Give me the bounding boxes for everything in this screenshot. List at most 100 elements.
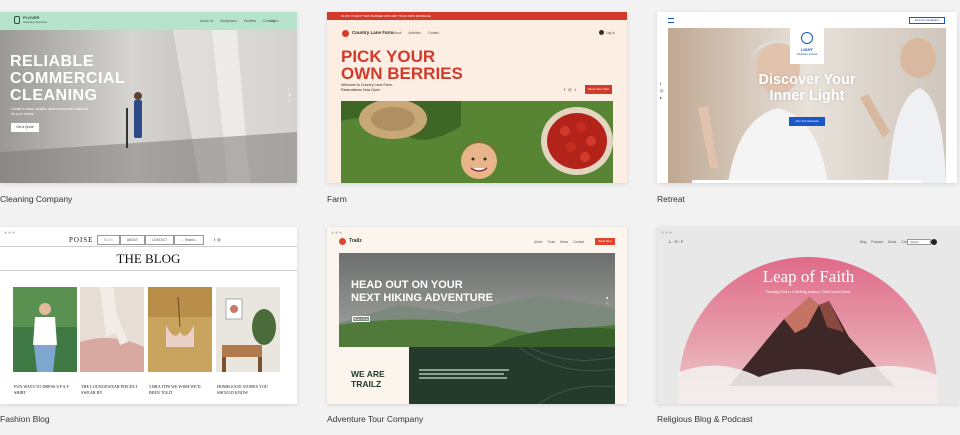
nav-item[interactable]: ABOUT xyxy=(119,235,145,245)
nav-item[interactable]: About xyxy=(888,240,896,244)
template-thumbnail[interactable]: PLOVER Cleaning Services About Us Workpl… xyxy=(0,12,297,183)
nav-item[interactable]: About xyxy=(534,240,542,244)
pinterest-icon[interactable]: ◎ xyxy=(217,237,221,242)
template-card-adventure-tour[interactable]: ●●● Trailz About Tours News Contact Book… xyxy=(327,227,629,435)
headline-line: Discover Your xyxy=(758,72,856,88)
nav-item[interactable]: About Us xyxy=(200,19,213,23)
search-icon[interactable] xyxy=(931,239,937,245)
banner-text[interactable]: CLICK TO EDIT THIS BANNER AND ADD YOUR O… xyxy=(341,14,431,18)
post-title[interactable]: FUN WAYS TO DRESS UP A T-SHIRT xyxy=(14,384,74,395)
get-quote-button[interactable]: Get a Quote xyxy=(11,123,39,132)
template-thumbnail[interactable]: ●●● Trailz About Tours News Contact Book… xyxy=(327,227,627,404)
template-thumbnail[interactable]: CLICK TO EDIT THIS BANNER AND ADD YOUR O… xyxy=(327,12,627,183)
headline-line: HEAD OUT ON YOUR xyxy=(351,279,463,291)
facebook-icon[interactable]: f xyxy=(214,237,215,242)
site-logo-sub: Meditation Retreat xyxy=(796,53,818,56)
headline-line: Inner Light xyxy=(769,88,845,104)
post-image[interactable] xyxy=(13,287,77,372)
site-logo: LIGHT xyxy=(801,47,813,52)
search-box[interactable]: Search... xyxy=(907,239,931,245)
book-visit-button[interactable]: Book Your Visit xyxy=(585,85,612,94)
nav-item[interactable]: Contact xyxy=(428,31,439,35)
scroll-bar-strip xyxy=(692,180,922,183)
book-tour-button[interactable]: Book a Tour xyxy=(352,316,370,322)
site-logo[interactable]: POISE xyxy=(69,236,93,244)
site-logo[interactable]: Country Lane Farm xyxy=(352,30,393,35)
template-card-cleaning-company[interactable]: PLOVER Cleaning Services About Us Workpl… xyxy=(0,0,300,215)
discover-meditation-button[interactable]: Discover Meditation xyxy=(909,17,945,24)
nav-item[interactable]: Activities xyxy=(408,31,421,35)
post-image[interactable] xyxy=(148,287,212,372)
facebook-icon[interactable]: f xyxy=(564,87,565,92)
site-nav: About Activities Contact xyxy=(393,31,439,35)
section-headline: WE ARE TRAILZ xyxy=(351,369,385,389)
nav-item[interactable]: Tours xyxy=(547,240,555,244)
instagram-icon[interactable]: ◎ xyxy=(568,87,572,92)
headline-line: PICK YOUR xyxy=(341,47,436,66)
site-logo-sub: Cleaning Services xyxy=(23,20,48,24)
nav-item-active[interactable]: BLOG xyxy=(97,235,120,245)
template-thumbnail[interactable]: ●●● POISE BLOG ABOUT CONTACT ⌕ Search...… xyxy=(0,227,297,404)
post-image[interactable] xyxy=(80,287,144,372)
menu-icon[interactable] xyxy=(668,18,674,23)
nav-item[interactable]: News xyxy=(560,240,568,244)
site-nav: About Tours News Contact xyxy=(534,240,584,244)
template-caption[interactable]: Retreat xyxy=(657,194,685,204)
book-now-button[interactable]: Book Now xyxy=(595,238,615,245)
headline-line: CLEANING xyxy=(10,87,98,104)
join-retreats-button[interactable]: Join Our Retreats xyxy=(789,117,825,126)
headline-line: RELIABLE xyxy=(10,53,94,70)
user-icon[interactable] xyxy=(599,30,604,35)
nav-item[interactable]: Blog xyxy=(860,240,866,244)
hero-headline: HEAD OUT ON YOUR NEXT HIKING ADVENTURE xyxy=(351,279,493,305)
nav-item[interactable]: Workplaces xyxy=(220,19,237,23)
template-card-farm[interactable]: CLICK TO EDIT THIS BANNER AND ADD YOUR O… xyxy=(327,0,629,215)
template-card-retreat[interactable]: Discover Meditation LIGHT Meditation Ret… xyxy=(657,0,957,215)
social-icons: f ◎ t xyxy=(564,87,576,92)
window-dots: ●●● xyxy=(4,230,17,236)
instagram-icon[interactable]: ◎ xyxy=(660,87,664,94)
site-logo[interactable]: Trailz xyxy=(349,238,362,244)
slider-dots[interactable]: ● ○ xyxy=(606,295,608,305)
template-gallery: PLOVER Cleaning Services About Us Workpl… xyxy=(0,0,960,435)
template-card-religious-blog[interactable]: ●●● L·O·F Blog Podcast About Contact Sea… xyxy=(657,227,960,435)
blog-heading: THE BLOG xyxy=(116,251,181,266)
twitter-icon[interactable]: t xyxy=(288,98,292,104)
login-link[interactable]: Log In xyxy=(270,19,279,23)
search-placeholder: Search... xyxy=(910,241,921,244)
window-dots: ●●● xyxy=(331,230,344,236)
template-thumbnail[interactable]: ●●● L·O·F Blog Podcast About Contact Sea… xyxy=(657,227,960,404)
hero-subtext: Create a clean, healthy work environment… xyxy=(11,107,89,116)
search-box[interactable]: ⌕ Search... xyxy=(174,235,205,245)
berries-photo xyxy=(341,101,613,183)
template-caption[interactable]: Adventure Tour Company xyxy=(327,414,423,424)
social-icons: f ◎ ▸ xyxy=(660,80,664,101)
site-nav: Blog Podcast About Contact xyxy=(860,240,912,244)
post-title[interactable]: THE LOUNGEWEAR PIECES I SWEAR BY xyxy=(81,384,141,395)
headline-line: TRAILZ xyxy=(351,379,382,389)
template-thumbnail[interactable]: Discover Meditation LIGHT Meditation Ret… xyxy=(657,12,957,183)
site-logo[interactable]: L·O·F xyxy=(669,239,684,244)
about-section: WE ARE TRAILZ xyxy=(339,347,615,404)
post-title[interactable]: HOMEGOOD STORES YOU SHOULD KNOW xyxy=(217,384,277,395)
retreat-logo[interactable]: LIGHT Meditation Retreat xyxy=(790,28,824,64)
twitter-icon[interactable]: t xyxy=(575,87,576,92)
nav-item[interactable]: Podcast xyxy=(871,240,883,244)
template-caption[interactable]: Fashion Blog xyxy=(0,414,50,424)
youtube-icon[interactable]: ▸ xyxy=(660,94,664,101)
nav-item[interactable]: Contact xyxy=(573,240,584,244)
template-caption[interactable]: Cleaning Company xyxy=(0,194,72,204)
post-title[interactable]: 5 BRA TIPS WE WISH WE'D BEEN TOLD xyxy=(149,384,209,395)
template-caption[interactable]: Religious Blog & Podcast xyxy=(657,414,752,424)
template-card-fashion-blog[interactable]: ●●● POISE BLOG ABOUT CONTACT ⌕ Search...… xyxy=(0,227,300,435)
nav-item[interactable]: About xyxy=(393,31,401,35)
hero-subtext: Welcome to Country Lane Farm. Reservatio… xyxy=(341,83,393,92)
search-icon: ⌕ xyxy=(181,238,183,242)
nav-item[interactable]: CONTACT xyxy=(144,235,175,245)
nav-item[interactable]: Facilities xyxy=(244,19,256,23)
post-image[interactable] xyxy=(216,287,280,372)
facebook-icon[interactable]: f xyxy=(660,80,664,87)
headline-line: OWN BERRIES xyxy=(341,64,463,83)
template-caption[interactable]: Farm xyxy=(327,194,347,204)
login-link[interactable]: Log In xyxy=(606,31,615,35)
